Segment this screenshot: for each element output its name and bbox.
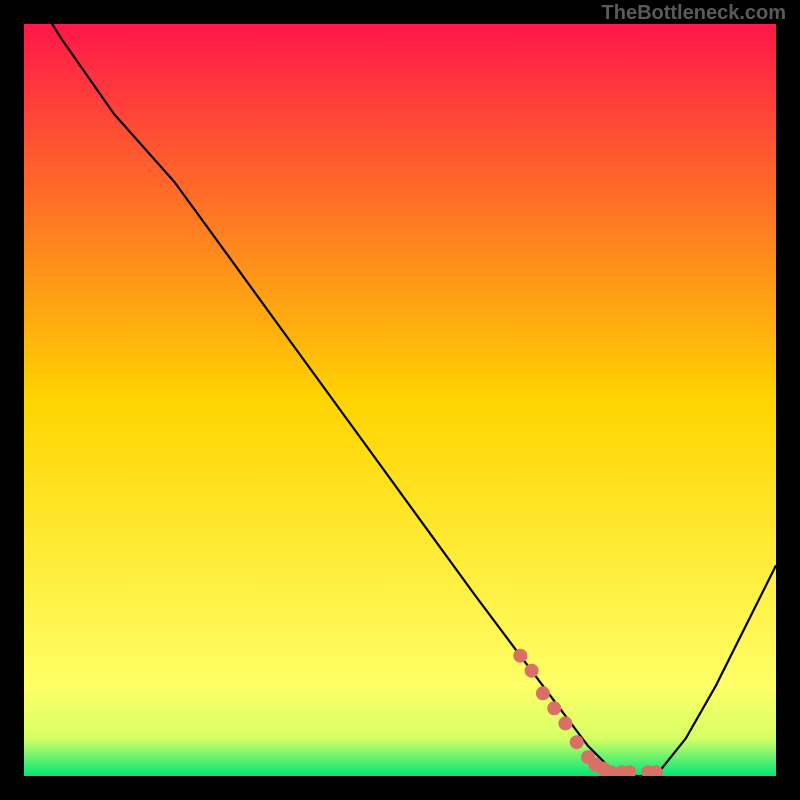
highlight-dot (536, 686, 550, 700)
chart-svg (24, 24, 776, 776)
chart-container (24, 24, 776, 776)
chart-background (24, 24, 776, 776)
highlight-dot (570, 735, 584, 749)
watermark-text: TheBottleneck.com (602, 2, 786, 25)
highlight-dot (547, 701, 561, 715)
highlight-dot (525, 664, 539, 678)
highlight-dot (558, 716, 572, 730)
highlight-dot (513, 649, 527, 663)
